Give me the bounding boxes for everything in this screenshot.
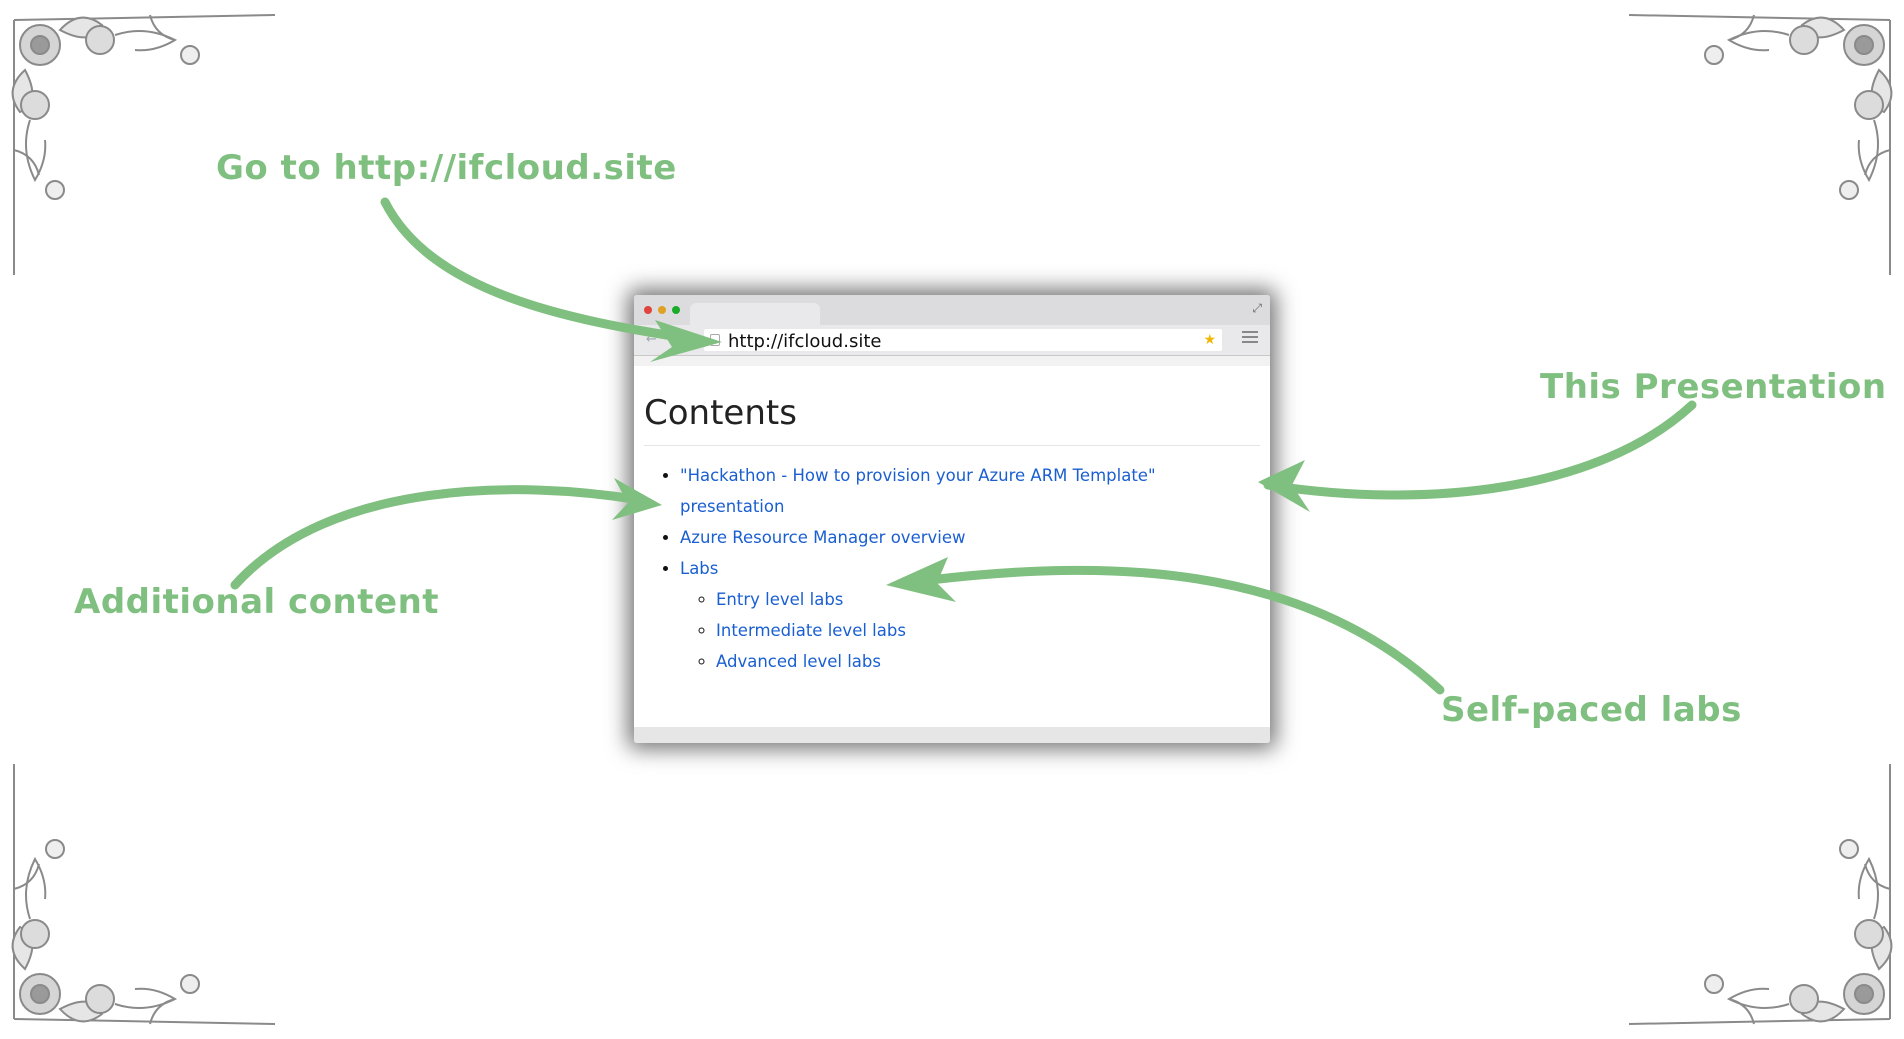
callout-go-to-site: Go to http://ifcloud.site: [216, 148, 677, 188]
callout-self-paced-labs: Self-paced labs: [1441, 690, 1742, 730]
list-item: Advanced level labs: [716, 646, 1260, 677]
list-item: Intermediate level labs: [716, 615, 1260, 646]
expand-icon[interactable]: ⤢: [1252, 301, 1262, 316]
menu-icon[interactable]: [1242, 331, 1258, 345]
star-icon[interactable]: ★: [1203, 332, 1216, 348]
floral-ornament-bottom-right: [1628, 764, 1893, 1025]
labs-link[interactable]: Labs: [680, 559, 718, 578]
contents-list: "Hackathon - How to provision your Azure…: [644, 460, 1260, 677]
entry-labs-link[interactable]: Entry level labs: [716, 590, 843, 609]
floral-ornament-bottom-left: [11, 764, 276, 1025]
presentation-link[interactable]: "Hackathon - How to provision your Azure…: [680, 466, 1156, 516]
labs-sublist: Entry level labs Intermediate level labs…: [680, 584, 1260, 677]
arrow-this-presentation: [1263, 400, 1697, 500]
arm-overview-link[interactable]: Azure Resource Manager overview: [680, 528, 966, 547]
intermediate-labs-link[interactable]: Intermediate level labs: [716, 621, 906, 640]
floral-ornament-top-left: [11, 14, 276, 275]
page-content: Contents "Hackathon - How to provision y…: [644, 393, 1260, 677]
maximize-window-button[interactable]: [672, 306, 680, 314]
page-icon: [710, 334, 720, 346]
back-icon[interactable]: ←: [646, 332, 657, 347]
slide: Go to http://ifcloud.site This Presentat…: [0, 0, 1904, 1039]
callout-this-presentation: This Presentation: [1540, 367, 1887, 407]
reload-icon[interactable]: ↻: [682, 332, 693, 347]
list-item: "Hackathon - How to provision your Azure…: [680, 460, 1260, 522]
toolbar-divider: [634, 356, 1270, 366]
page-title: Contents: [644, 393, 1260, 446]
forward-icon[interactable]: →: [664, 332, 675, 347]
list-item: Entry level labs: [716, 584, 1260, 615]
list-item: Azure Resource Manager overview: [680, 522, 1260, 553]
browser-tab[interactable]: [690, 303, 820, 325]
minimize-window-button[interactable]: [658, 306, 666, 314]
url-text[interactable]: http://ifcloud.site: [728, 331, 881, 352]
browser-window: ⤢ ← → ↻ http://ifcloud.site ★ Contents "…: [634, 295, 1270, 743]
browser-footer: [634, 727, 1270, 743]
browser-titlebar: ⤢: [634, 295, 1270, 325]
address-bar[interactable]: http://ifcloud.site ★: [704, 329, 1222, 352]
callout-additional-content: Additional content: [74, 582, 440, 622]
arrow-additional-content: [230, 485, 645, 590]
floral-ornament-top-right: [1628, 14, 1893, 275]
advanced-labs-link[interactable]: Advanced level labs: [716, 652, 881, 671]
browser-toolbar: ← → ↻ http://ifcloud.site ★: [634, 325, 1270, 356]
list-item: Labs Entry level labs Intermediate level…: [680, 553, 1260, 677]
close-window-button[interactable]: [644, 306, 652, 314]
